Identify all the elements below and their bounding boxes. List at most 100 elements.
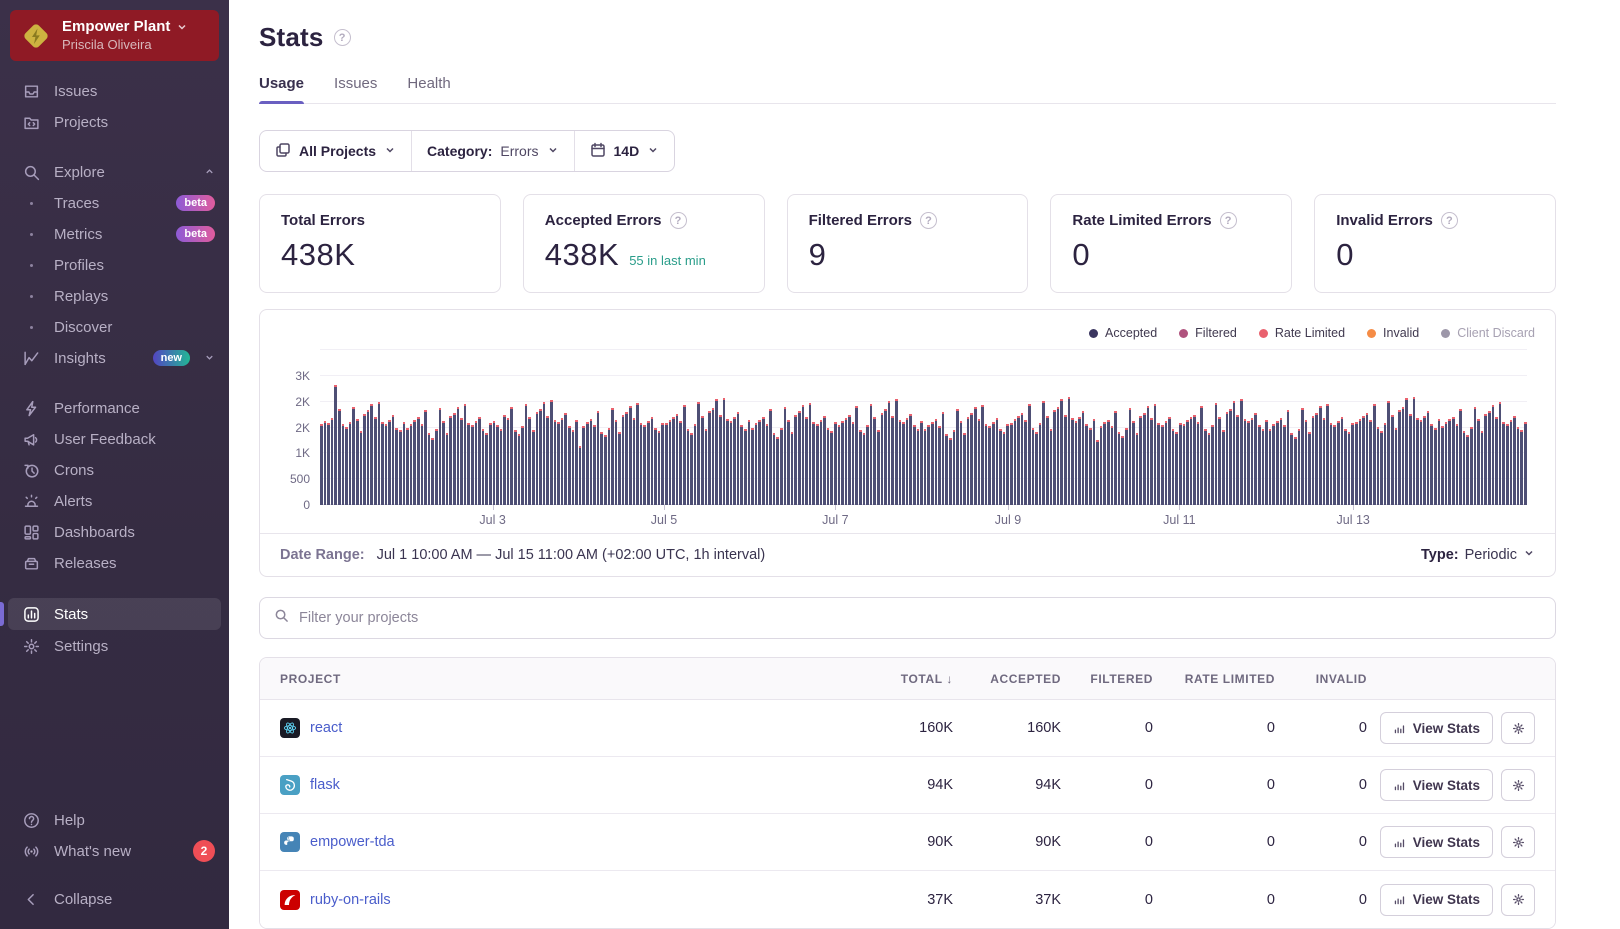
bar bbox=[597, 411, 600, 505]
col-header-invalid[interactable]: INVALID bbox=[1275, 672, 1367, 686]
legend-item-accepted[interactable]: Accepted bbox=[1089, 326, 1157, 340]
project-filter[interactable]: All Projects bbox=[260, 131, 411, 171]
search-input[interactable] bbox=[299, 610, 1541, 626]
bar bbox=[1416, 418, 1419, 505]
bar bbox=[1107, 420, 1110, 505]
bar bbox=[1118, 432, 1121, 505]
legend-item-filtered[interactable]: Filtered bbox=[1179, 326, 1237, 340]
view-stats-button[interactable]: View Stats bbox=[1380, 826, 1493, 858]
tab-usage[interactable]: Usage bbox=[259, 75, 304, 103]
bar bbox=[1071, 418, 1074, 505]
view-stats-button[interactable]: View Stats bbox=[1380, 712, 1493, 744]
sidebar-item-explore[interactable]: Explore bbox=[0, 157, 229, 187]
main-content: Stats ? UsageIssuesHealth All Projects C… bbox=[229, 0, 1620, 929]
view-stats-button[interactable]: View Stats bbox=[1380, 769, 1493, 801]
bar bbox=[1470, 427, 1473, 505]
bar bbox=[661, 423, 664, 505]
project-settings-button[interactable] bbox=[1501, 884, 1535, 916]
sidebar-item-help[interactable]: Help bbox=[0, 805, 229, 835]
bar bbox=[1430, 424, 1433, 505]
sidebar-item-profiles[interactable]: Profiles bbox=[0, 250, 229, 280]
help-icon[interactable]: ? bbox=[670, 212, 687, 229]
project-link[interactable]: react bbox=[310, 720, 342, 736]
sidebar-item-releases[interactable]: Releases bbox=[0, 548, 229, 578]
sidebar-item-metrics[interactable]: Metricsbeta bbox=[0, 219, 229, 249]
bar bbox=[953, 430, 956, 505]
bar bbox=[1039, 423, 1042, 505]
help-icon[interactable]: ? bbox=[1441, 212, 1458, 229]
date-range-filter[interactable]: 14D bbox=[574, 131, 675, 171]
bar bbox=[1355, 422, 1358, 505]
x-axis-label: Jul 13 bbox=[1337, 513, 1370, 527]
tab-issues[interactable]: Issues bbox=[334, 75, 377, 103]
page-help-icon[interactable]: ? bbox=[334, 29, 351, 46]
x-tick bbox=[1008, 505, 1009, 510]
bar bbox=[1269, 429, 1272, 505]
sidebar-item-stats[interactable]: Stats bbox=[8, 598, 221, 630]
sidebar-item-dashboards[interactable]: Dashboards bbox=[0, 517, 229, 547]
sidebar-item-performance[interactable]: Performance bbox=[0, 393, 229, 423]
bar bbox=[604, 435, 607, 505]
bar bbox=[1254, 413, 1257, 505]
legend-item-client-discard[interactable]: Client Discard bbox=[1441, 326, 1535, 340]
sidebar-collapse-button[interactable]: Collapse bbox=[0, 884, 229, 914]
bar bbox=[762, 417, 765, 505]
sidebar-item-replays[interactable]: Replays bbox=[0, 281, 229, 311]
card-label: Rate Limited Errors bbox=[1072, 212, 1211, 229]
type-selector[interactable]: Type: Periodic bbox=[1421, 547, 1535, 563]
bar bbox=[827, 428, 830, 506]
col-header-accepted[interactable]: ACCEPTED bbox=[953, 672, 1061, 686]
chevron-down-icon bbox=[1523, 547, 1535, 563]
col-header-rate-limited[interactable]: RATE LIMITED bbox=[1153, 672, 1275, 686]
bar bbox=[1089, 428, 1092, 505]
sidebar-item-crons[interactable]: Crons bbox=[0, 455, 229, 485]
sidebar-item-traces[interactable]: Tracesbeta bbox=[0, 188, 229, 218]
bar bbox=[345, 427, 348, 505]
bar bbox=[320, 424, 323, 505]
sidebar-item-discover[interactable]: Discover bbox=[0, 312, 229, 342]
sidebar-item-issues[interactable]: Issues bbox=[0, 76, 229, 106]
bar bbox=[852, 422, 855, 505]
project-settings-button[interactable] bbox=[1501, 769, 1535, 801]
bar bbox=[1021, 413, 1024, 505]
view-stats-button[interactable]: View Stats bbox=[1380, 884, 1493, 916]
bar bbox=[1492, 405, 1495, 505]
bar bbox=[324, 421, 327, 505]
sidebar-item-whats-new[interactable]: What's new2 bbox=[0, 836, 229, 866]
org-switcher[interactable]: Empower Plant Priscila Oliveira bbox=[10, 10, 219, 61]
col-header-filtered[interactable]: FILTERED bbox=[1061, 672, 1153, 686]
bar bbox=[848, 415, 851, 505]
bar bbox=[1459, 409, 1462, 505]
legend-item-rate-limited[interactable]: Rate Limited bbox=[1259, 326, 1345, 340]
tab-health[interactable]: Health bbox=[407, 75, 450, 103]
project-settings-button[interactable] bbox=[1501, 826, 1535, 858]
col-header-project[interactable]: PROJECT bbox=[280, 672, 845, 686]
sidebar-item-insights[interactable]: Insightsnew bbox=[0, 343, 229, 373]
sidebar-item-user-feedback[interactable]: User Feedback bbox=[0, 424, 229, 454]
bar bbox=[1276, 421, 1279, 505]
help-icon[interactable]: ? bbox=[1220, 212, 1237, 229]
sidebar-item-alerts[interactable]: Alerts bbox=[0, 486, 229, 516]
bar bbox=[360, 431, 363, 505]
legend-item-invalid[interactable]: Invalid bbox=[1367, 326, 1419, 340]
usage-chart-card: Accepted Filtered Rate Limited Invalid Clien… bbox=[259, 309, 1556, 577]
project-settings-button[interactable] bbox=[1501, 712, 1535, 744]
project-link[interactable]: ruby-on-rails bbox=[310, 892, 391, 908]
help-icon[interactable]: ? bbox=[920, 212, 937, 229]
bar bbox=[1369, 420, 1372, 505]
category-filter[interactable]: Category: Errors bbox=[411, 131, 573, 171]
bar bbox=[1359, 419, 1362, 505]
bar bbox=[1215, 403, 1218, 505]
sidebar-item-settings[interactable]: Settings bbox=[0, 631, 229, 661]
sidebar-item-projects[interactable]: Projects bbox=[0, 107, 229, 137]
bar bbox=[1208, 433, 1211, 505]
bar bbox=[970, 413, 973, 505]
project-link[interactable]: flask bbox=[310, 777, 340, 793]
bar bbox=[385, 424, 388, 505]
card-value: 0 bbox=[1336, 237, 1354, 273]
project-link[interactable]: empower-tda bbox=[310, 834, 395, 850]
bar bbox=[1290, 433, 1293, 505]
bar bbox=[1014, 419, 1017, 505]
col-header-total[interactable]: TOTAL ↓ bbox=[845, 672, 953, 686]
new-badge: new bbox=[153, 350, 190, 366]
